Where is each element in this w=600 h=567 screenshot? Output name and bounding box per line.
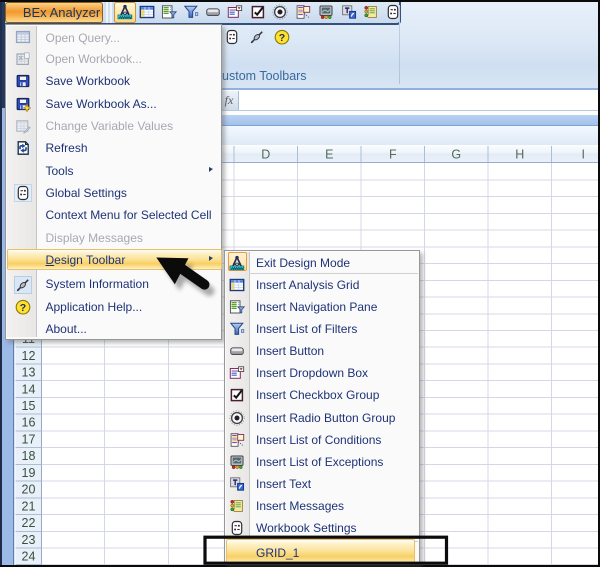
- svg-text:15: 15: [22, 399, 36, 413]
- svg-text:13: 13: [22, 366, 36, 380]
- svg-text:I: I: [582, 148, 585, 162]
- svg-text:E: E: [325, 148, 333, 162]
- svg-text:24: 24: [22, 550, 36, 564]
- svg-text:22: 22: [22, 516, 36, 530]
- svg-text:G: G: [451, 148, 461, 162]
- svg-text:14: 14: [22, 382, 36, 396]
- svg-text:F: F: [389, 148, 397, 162]
- svg-text:16: 16: [22, 416, 36, 430]
- svg-text:20: 20: [22, 483, 36, 497]
- svg-text:21: 21: [22, 499, 36, 513]
- svg-text:D: D: [261, 148, 270, 162]
- svg-text:23: 23: [22, 533, 36, 547]
- svg-text:12: 12: [22, 349, 36, 363]
- svg-text:H: H: [515, 148, 524, 162]
- svg-text:18: 18: [22, 449, 36, 463]
- svg-text:17: 17: [22, 432, 36, 446]
- svg-text:19: 19: [22, 466, 36, 480]
